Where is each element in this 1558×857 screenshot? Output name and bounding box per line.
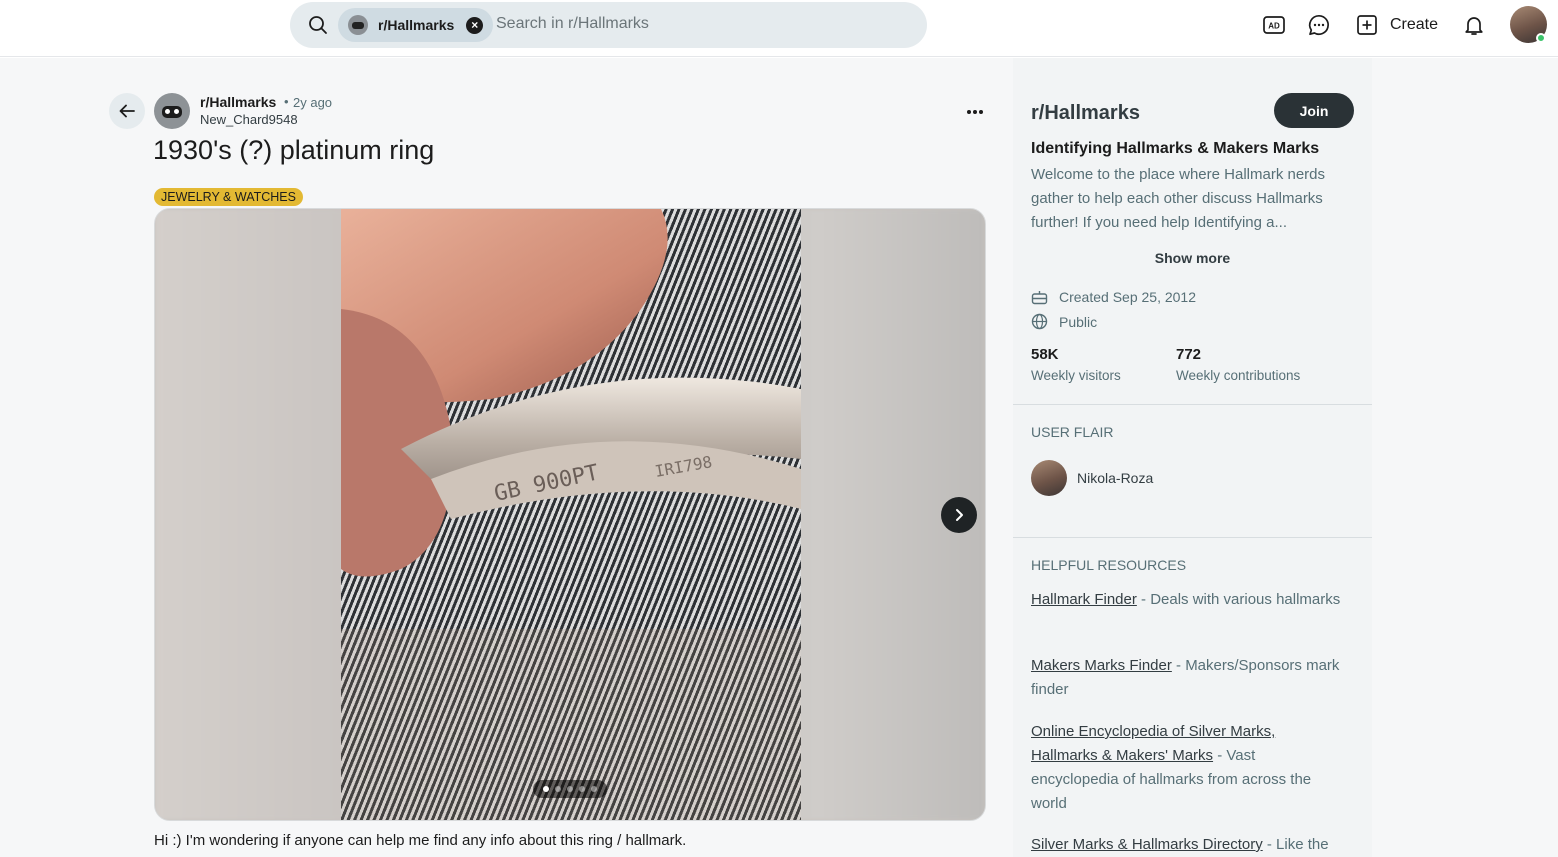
gallery-dot[interactable] xyxy=(567,786,573,792)
post-flair[interactable]: JEWELRY & WATCHES xyxy=(154,188,303,206)
plus-square-icon xyxy=(1357,15,1377,35)
weekly-contributions-count: 772 xyxy=(1176,346,1202,363)
weekly-visitors-count: 58K xyxy=(1031,346,1059,363)
visibility-row: Public xyxy=(1031,313,1097,330)
resource-link[interactable]: Silver Marks & Hallmarks Directory xyxy=(1031,836,1263,853)
gallery-next-button[interactable] xyxy=(941,497,977,533)
post-title: 1930's (?) platinum ring xyxy=(153,135,435,165)
ring-photo[interactable]: GB 900PT IRI798 xyxy=(341,209,801,820)
resource-item: Online Encyclopedia of Silver Marks, Hal… xyxy=(1031,720,1321,816)
created-date: Created Sep 25, 2012 xyxy=(1059,288,1196,305)
post-age: 2y ago xyxy=(293,95,333,110)
back-button[interactable] xyxy=(109,93,145,129)
created-row: Created Sep 25, 2012 xyxy=(1031,288,1196,305)
sidebar-divider xyxy=(1013,537,1372,538)
post-subreddit-link[interactable]: r/Hallmarks xyxy=(200,94,276,110)
gallery-dot[interactable] xyxy=(579,786,585,792)
user-flair-name[interactable]: Nikola-Roza xyxy=(1077,470,1153,486)
community-headline: Identifying Hallmarks & Makers Marks xyxy=(1031,140,1320,157)
gallery-pagination[interactable] xyxy=(533,780,607,798)
sidebar-divider xyxy=(1013,404,1372,405)
search-input[interactable] xyxy=(496,10,916,38)
post-author-link[interactable]: New_Chard9548 xyxy=(200,112,298,127)
resource-link[interactable]: Makers Marks Finder xyxy=(1031,657,1172,674)
show-more-button[interactable]: Show more xyxy=(1013,250,1372,266)
chip-label: r/Hallmarks xyxy=(378,17,455,33)
cake-icon xyxy=(1031,291,1048,305)
subreddit-avatar-icon xyxy=(348,15,368,35)
advertise-icon[interactable]: AD xyxy=(1262,13,1286,37)
subreddit-search-chip[interactable]: r/Hallmarks × xyxy=(338,8,494,42)
user-flair-heading: USER FLAIR xyxy=(1031,424,1114,440)
online-status-indicator xyxy=(1536,33,1546,43)
helpful-resources-heading: HELPFUL RESOURCES xyxy=(1031,557,1187,573)
image-gallery[interactable]: GB 900PT IRI798 xyxy=(154,208,986,821)
search-icon xyxy=(309,16,327,34)
weekly-visitors-label: Weekly visitors xyxy=(1031,368,1121,383)
resource-desc: - Deals with various hallmarks xyxy=(1136,591,1341,608)
user-flair-avatar xyxy=(1031,460,1067,496)
community-title: r/Hallmarks xyxy=(1031,102,1140,124)
join-button[interactable]: Join xyxy=(1274,93,1354,128)
visibility-label: Public xyxy=(1059,313,1098,330)
post-body: Hi :) I'm wondering if anyone can help m… xyxy=(154,832,687,849)
chat-icon[interactable] xyxy=(1307,13,1331,37)
svg-text:AD: AD xyxy=(1268,22,1280,31)
gallery-dot[interactable] xyxy=(591,786,597,792)
weekly-contributions-label: Weekly contributions xyxy=(1176,368,1301,383)
subreddit-avatar[interactable] xyxy=(154,93,190,129)
meta-separator: • xyxy=(284,94,289,109)
arrow-left-icon xyxy=(119,104,135,118)
ellipsis-icon xyxy=(967,110,983,114)
gallery-dot[interactable] xyxy=(543,786,549,792)
more-options-button[interactable] xyxy=(958,98,992,126)
community-description: Welcome to the place where Hallmark nerd… xyxy=(1031,166,1326,231)
globe-icon xyxy=(1031,313,1048,330)
resource-item: Makers Marks Finder - Makers/Sponsors ma… xyxy=(1031,654,1361,702)
community-sidebar: r/Hallmarks Join Identifying Hallmarks &… xyxy=(1013,58,1372,857)
create-label: Create xyxy=(1390,16,1439,33)
create-button[interactable]: Create xyxy=(1352,9,1442,41)
chip-close-icon[interactable]: × xyxy=(466,16,484,34)
resource-desc: - Like the xyxy=(1262,836,1329,853)
resource-item: Silver Marks & Hallmarks Directory - Lik… xyxy=(1031,833,1361,857)
gallery-dot[interactable] xyxy=(555,786,561,792)
notification-bell-icon[interactable] xyxy=(1462,13,1486,37)
resource-item: Hallmark Finder - Deals with various hal… xyxy=(1031,588,1361,612)
chevron-right-icon xyxy=(956,509,963,521)
ring-photo-drawing: GB 900PT IRI798 xyxy=(341,209,801,820)
resource-link[interactable]: Hallmark Finder xyxy=(1031,591,1137,608)
top-header: r/Hallmarks × AD Create xyxy=(0,0,1558,57)
